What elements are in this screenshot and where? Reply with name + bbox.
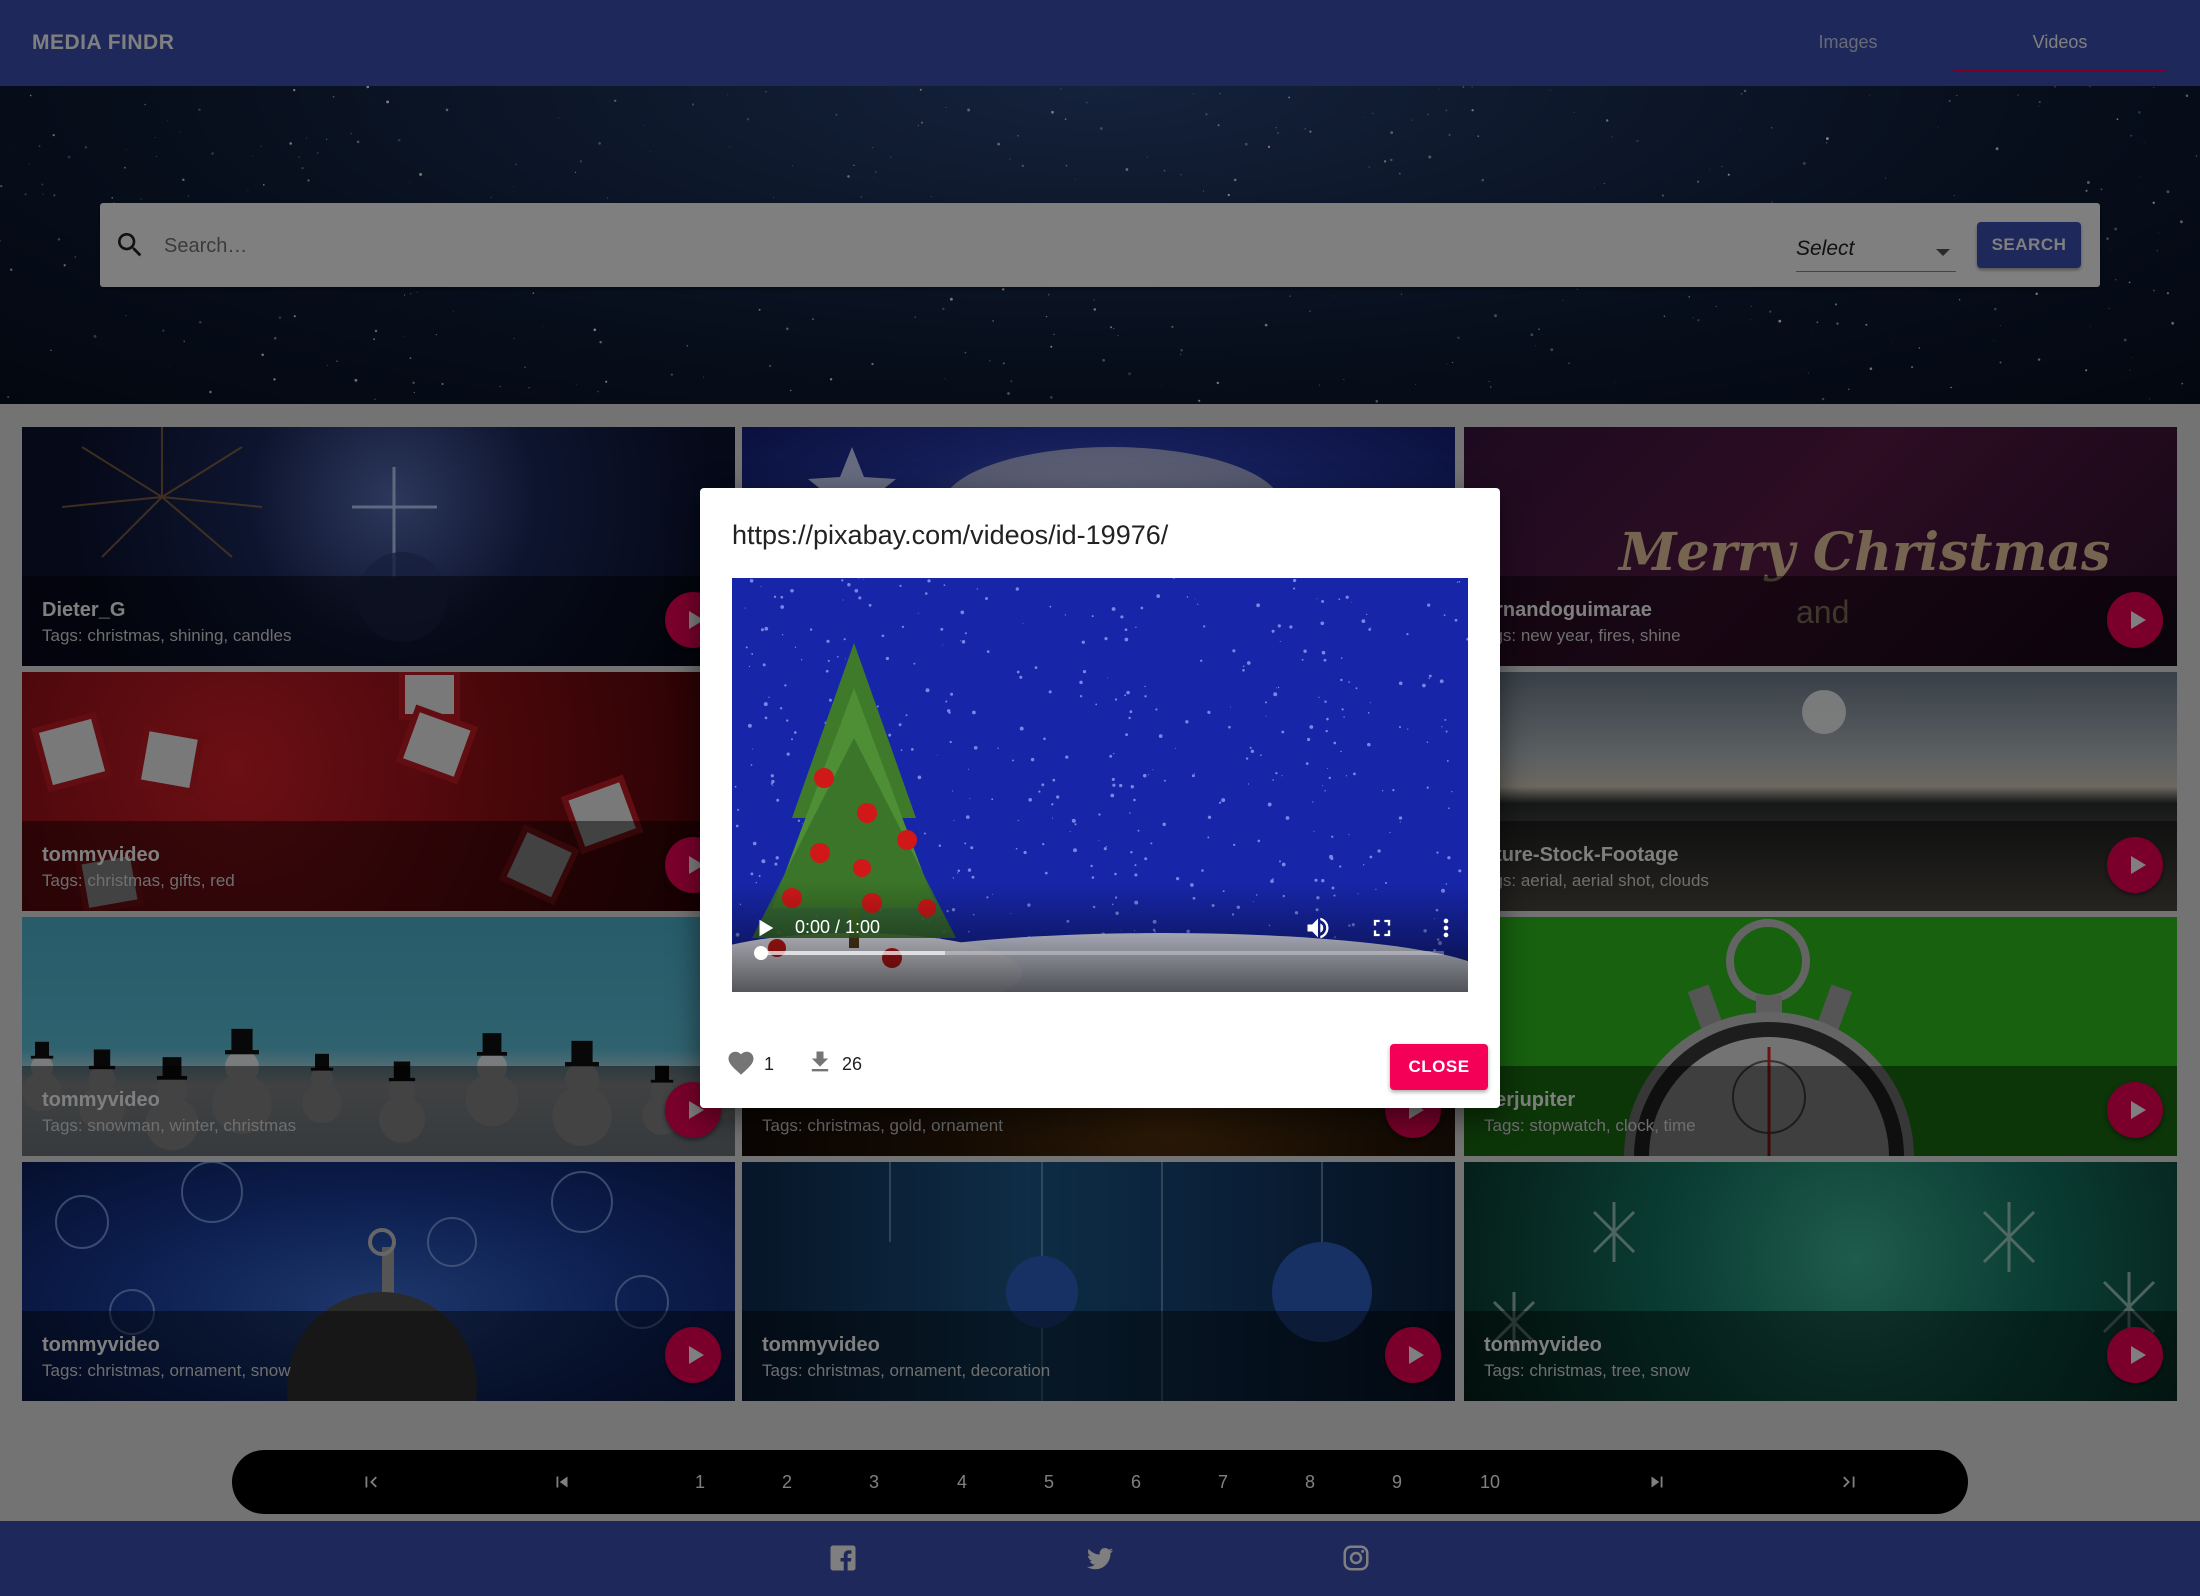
heart-icon[interactable] [726,1048,756,1078]
video-player[interactable]: 0:00 / 1:00 [732,578,1468,992]
video-modal: https://pixabay.com/videos/id-19976/ 0:0… [700,488,1500,1108]
video-progress-buffered [760,951,945,955]
video-progress-handle[interactable] [754,946,768,960]
close-button[interactable]: CLOSE [1390,1044,1488,1090]
video-progress-bar[interactable] [760,951,1444,955]
fullscreen-icon[interactable] [1368,914,1396,942]
more-vert-icon[interactable] [1432,914,1460,942]
volume-icon[interactable] [1304,914,1332,942]
video-time: 0:00 / 1:00 [795,917,881,937]
downloads-count: 26 [842,1054,863,1074]
likes-count: 1 [764,1054,775,1074]
modal-title: https://pixabay.com/videos/id-19976/ [732,520,1169,550]
play-icon[interactable] [754,917,776,939]
download-icon[interactable] [806,1048,834,1076]
